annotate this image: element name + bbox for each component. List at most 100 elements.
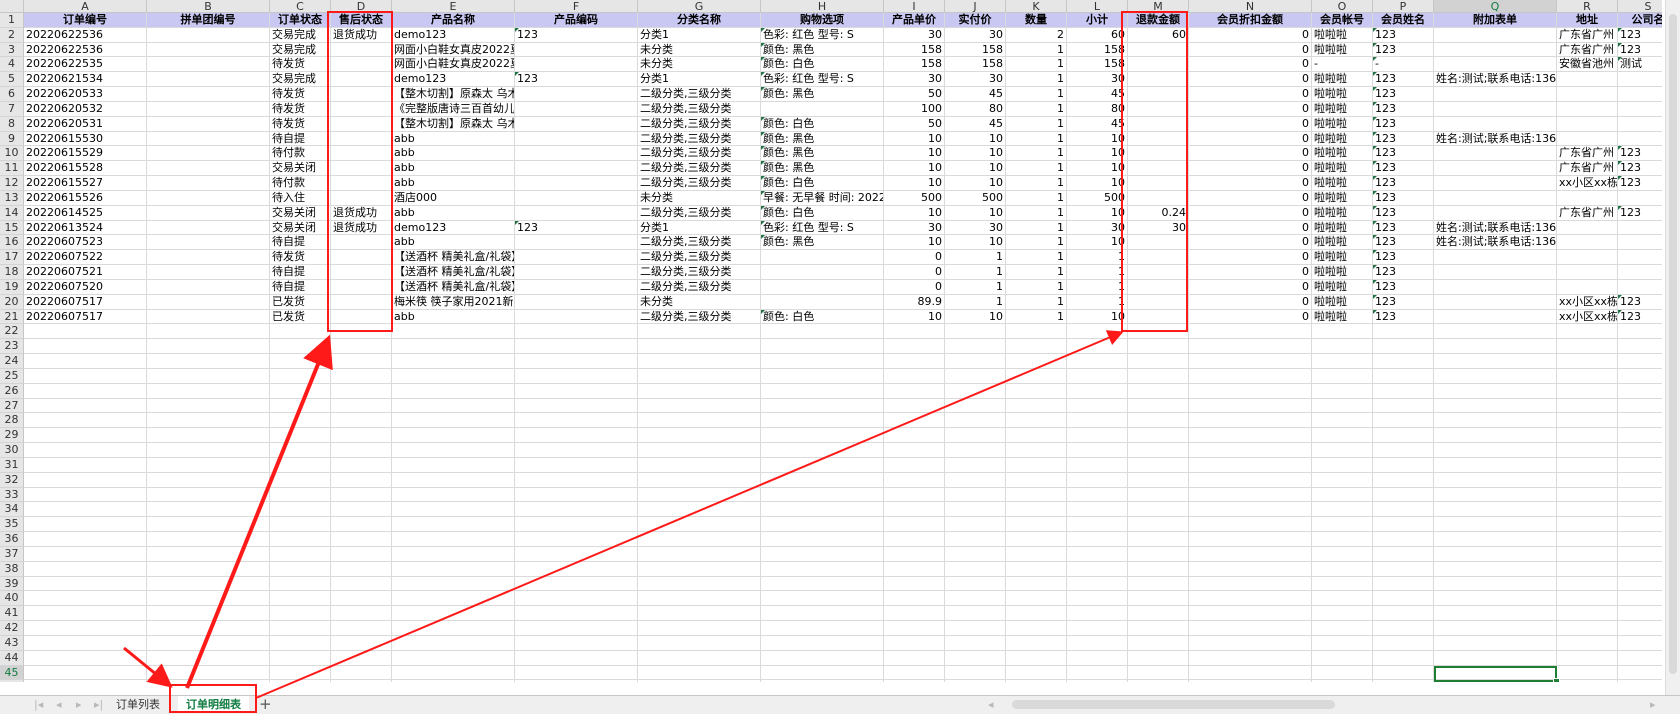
grid-cell[interactable]: 20220607521 [24, 265, 147, 280]
grid-cell[interactable]: 123 [515, 220, 638, 236]
grid-cell[interactable]: 20220622536 [24, 42, 147, 58]
grid-cell[interactable]: 啦啦啦 [1312, 235, 1373, 251]
grid-cell[interactable]: 0 [1189, 101, 1312, 117]
grid-cell[interactable] [1557, 457, 1618, 473]
grid-cell[interactable]: 啦啦啦 [1312, 309, 1373, 325]
column-header[interactable]: G [638, 0, 761, 13]
grid-cell[interactable] [761, 368, 884, 384]
grid-cell[interactable] [1557, 101, 1618, 117]
grid-cell[interactable]: 1 [1067, 294, 1128, 310]
row-header[interactable]: 5 [0, 72, 24, 88]
grid-cell[interactable] [638, 606, 761, 622]
grid-cell[interactable] [1189, 487, 1312, 503]
row-header[interactable]: 46 [0, 680, 24, 682]
grid-cell[interactable] [1373, 665, 1434, 681]
row-header[interactable]: 4 [0, 57, 24, 73]
grid-cell[interactable]: 1 [1067, 279, 1128, 295]
row-header[interactable]: 29 [0, 428, 24, 444]
grid-cell[interactable] [270, 339, 331, 355]
grid-cell[interactable] [884, 383, 945, 399]
grid-cell[interactable] [1434, 116, 1557, 132]
row-header[interactable]: 25 [0, 368, 24, 384]
header-cell[interactable]: 订单编号 [24, 13, 147, 28]
grid-cell[interactable]: 20220613524 [24, 220, 147, 236]
grid-cell[interactable] [884, 398, 945, 414]
grid-cell[interactable] [1434, 413, 1557, 429]
grid-cell[interactable] [1189, 576, 1312, 592]
grid-cell[interactable]: 1 [1006, 220, 1067, 236]
grid-cell[interactable] [945, 383, 1006, 399]
scroll-left-arrow-icon[interactable]: ◂ [988, 698, 994, 711]
grid-cell[interactable] [1434, 428, 1557, 444]
grid-cell[interactable]: abb [392, 146, 515, 162]
grid-cell[interactable]: demo123 [392, 72, 515, 88]
grid-cell[interactable] [515, 42, 638, 58]
grid-cell[interactable] [331, 576, 392, 592]
grid-cell[interactable] [884, 502, 945, 518]
grid-cell[interactable] [24, 487, 147, 503]
grid-cell[interactable] [331, 635, 392, 651]
grid-cell[interactable] [1618, 473, 1662, 488]
grid-cell[interactable]: 交易完成 [270, 42, 331, 58]
grid-cell[interactable]: abb [392, 309, 515, 325]
grid-cell[interactable] [638, 591, 761, 607]
grid-cell[interactable] [761, 591, 884, 607]
grid-cell[interactable] [1128, 561, 1189, 577]
grid-cell[interactable] [638, 398, 761, 414]
grid-cell[interactable]: abb [392, 161, 515, 177]
grid-cell[interactable] [638, 324, 761, 340]
grid-cell[interactable]: 0 [1189, 235, 1312, 251]
grid-cell[interactable] [884, 354, 945, 369]
grid-cell[interactable] [1434, 398, 1557, 414]
row-header[interactable]: 33 [0, 487, 24, 503]
column-header[interactable]: N [1189, 0, 1312, 13]
grid-cell[interactable]: 颜色: 白色 [761, 57, 884, 73]
grid-cell[interactable] [270, 576, 331, 592]
grid-cell[interactable] [1128, 57, 1189, 73]
grid-cell[interactable]: 1 [1006, 250, 1067, 266]
grid-cell[interactable] [392, 398, 515, 414]
grid-cell[interactable]: 158 [945, 42, 1006, 58]
grid-cell[interactable] [1189, 472, 1312, 488]
grid-cell[interactable] [1373, 591, 1434, 607]
grid-cell[interactable] [147, 309, 270, 325]
grid-cell[interactable] [515, 368, 638, 384]
grid-cell[interactable] [331, 665, 392, 681]
grid-cell[interactable]: 姓名:测试;联系电话:136 [1434, 220, 1557, 236]
grid-cell[interactable] [331, 487, 392, 503]
grid-cell[interactable] [24, 532, 147, 547]
grid-cell[interactable] [24, 443, 147, 458]
grid-cell[interactable] [761, 621, 884, 636]
grid-cell[interactable] [1128, 101, 1189, 117]
grid-cell[interactable] [1618, 117, 1662, 132]
grid-cell[interactable] [761, 265, 884, 280]
grid-cell[interactable] [331, 146, 392, 162]
grid-cell[interactable]: 姓名:测试;联系电话:136 [1434, 131, 1557, 147]
grid-cell[interactable]: 测试 [1618, 57, 1662, 73]
grid-cell[interactable] [331, 650, 392, 666]
grid-cell[interactable]: 待发货 [270, 250, 331, 266]
grid-cell[interactable] [1312, 457, 1373, 473]
grid-cell[interactable]: 待发货 [270, 101, 331, 117]
grid-cell[interactable] [1312, 532, 1373, 547]
header-cell[interactable]: 附加表单 [1434, 13, 1557, 28]
grid-cell[interactable]: 1 [1006, 57, 1067, 73]
grid-cell[interactable] [1557, 532, 1618, 547]
grid-cell[interactable] [761, 457, 884, 473]
grid-cell[interactable] [392, 443, 515, 458]
grid-cell[interactable] [638, 532, 761, 547]
grid-cell[interactable] [1128, 576, 1189, 592]
row-header[interactable]: 17 [0, 250, 24, 266]
grid-cell[interactable] [1434, 576, 1557, 592]
grid-cell[interactable]: 啦啦啦 [1312, 205, 1373, 221]
grid-cell[interactable]: 已发货 [270, 309, 331, 325]
grid-cell[interactable] [1312, 324, 1373, 340]
grid-cell[interactable] [515, 532, 638, 547]
grid-cell[interactable] [761, 576, 884, 592]
grid-cell[interactable]: 30 [1067, 72, 1128, 88]
grid-cell[interactable] [1067, 635, 1128, 651]
grid-cell[interactable] [392, 487, 515, 503]
grid-cell[interactable] [515, 606, 638, 622]
grid-cell[interactable] [761, 502, 884, 518]
grid-cell[interactable] [515, 324, 638, 340]
